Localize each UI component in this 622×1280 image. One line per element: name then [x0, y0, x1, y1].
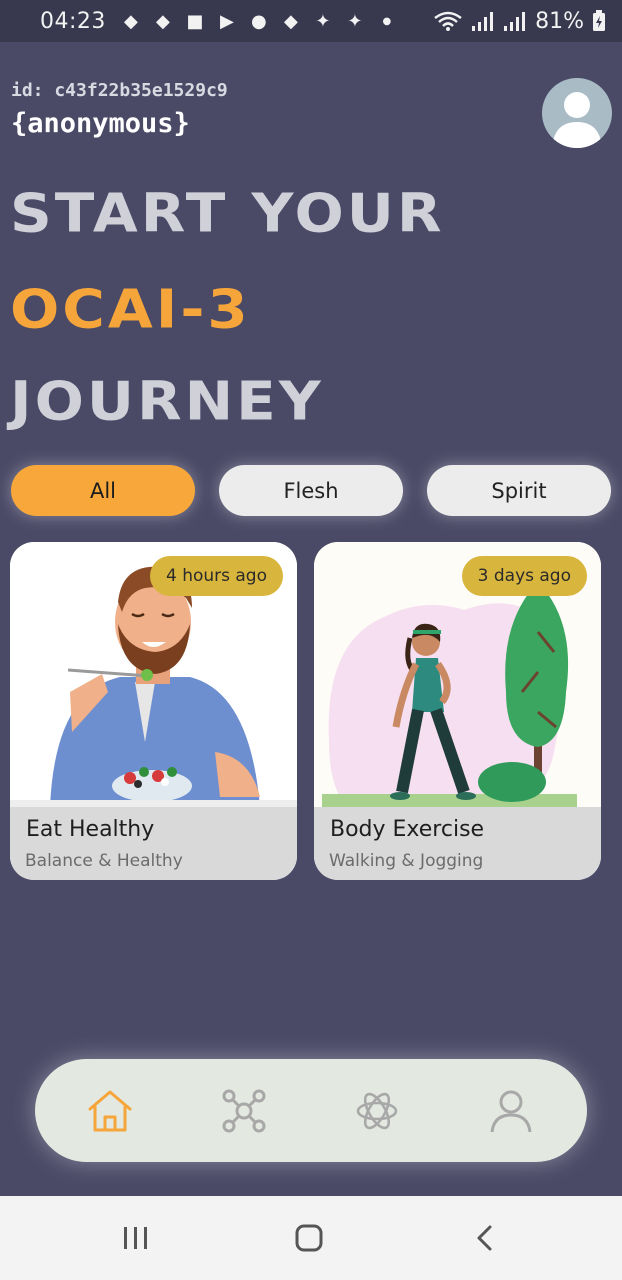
nav-home[interactable]: [86, 1087, 134, 1135]
activity-card-body-exercise[interactable]: 3 days ago Body Exercise Walking & Joggi…: [314, 542, 601, 880]
system-home-button[interactable]: [292, 1220, 328, 1256]
filter-tab-all[interactable]: All: [11, 465, 195, 516]
system-home-icon: [295, 1224, 323, 1252]
user-name: {anonymous}: [11, 108, 190, 139]
card-subtitle: Balance & Healthy: [25, 851, 183, 871]
battery-icon: [593, 10, 605, 31]
incognito-icon: ◆: [155, 10, 170, 32]
avatar[interactable]: [542, 78, 612, 148]
bottom-navigation: [35, 1059, 587, 1162]
profile-icon: [490, 1090, 532, 1133]
card-title: Body Exercise: [330, 817, 485, 842]
wifi-icon: [434, 11, 462, 31]
network-icon: [222, 1089, 266, 1133]
dot-icon: ●: [382, 15, 392, 27]
system-back-button[interactable]: [468, 1220, 504, 1256]
signal-icon: [504, 12, 526, 31]
status-bar: 04:23 ◆ ◆ ■ ▶ ● ◆ ✦ ✦ ● 81%: [0, 0, 622, 42]
card-info: Body Exercise Walking & Jogging: [314, 807, 601, 880]
youtube-icon: ▶: [219, 10, 234, 32]
incognito-icon: ◆: [123, 10, 138, 32]
notification-icons: ◆ ◆ ■ ▶ ● ◆ ✦ ✦ ●: [120, 11, 398, 32]
nav-network[interactable]: [220, 1087, 268, 1135]
hero-title-line-3: JOURNEY: [10, 370, 324, 433]
recent-apps-icon: [124, 1227, 147, 1249]
bird-icon: ✦: [315, 10, 331, 32]
card-subtitle: Walking & Jogging: [329, 851, 484, 871]
filter-tab-spirit[interactable]: Spirit: [427, 465, 611, 516]
user-id: id: c43f22b35e1529c9: [11, 80, 228, 101]
openai-icon: [356, 1092, 398, 1130]
incognito-icon: ◆: [283, 10, 298, 32]
recent-apps-button[interactable]: [118, 1220, 154, 1256]
robot-icon: ●: [251, 10, 267, 32]
card-info: Eat Healthy Balance & Healthy: [10, 807, 297, 880]
time-badge: 3 days ago: [461, 556, 587, 596]
hero-title-line-1: START YOUR: [10, 182, 445, 245]
user-avatar-icon: [552, 92, 602, 148]
battery-level: 81%: [535, 8, 584, 34]
time-badge: 4 hours ago: [149, 556, 283, 596]
status-time: 04:23: [40, 8, 106, 34]
signal-icon: [472, 12, 494, 31]
card-title: Eat Healthy: [26, 817, 155, 842]
bird-icon: ✦: [347, 10, 363, 32]
activity-card-eat-healthy[interactable]: 4 hours ago Eat Healthy Balance & Health…: [10, 542, 297, 880]
nav-profile[interactable]: [487, 1087, 535, 1135]
filter-tab-flesh[interactable]: Flesh: [219, 465, 403, 516]
system-navigation-bar: [0, 1196, 622, 1280]
home-icon: [88, 1090, 132, 1132]
nav-ai-chat[interactable]: [353, 1087, 401, 1135]
hero-title-line-2: OCAI-3: [10, 278, 251, 341]
back-icon: [477, 1225, 492, 1251]
gift-icon: ■: [186, 10, 204, 32]
